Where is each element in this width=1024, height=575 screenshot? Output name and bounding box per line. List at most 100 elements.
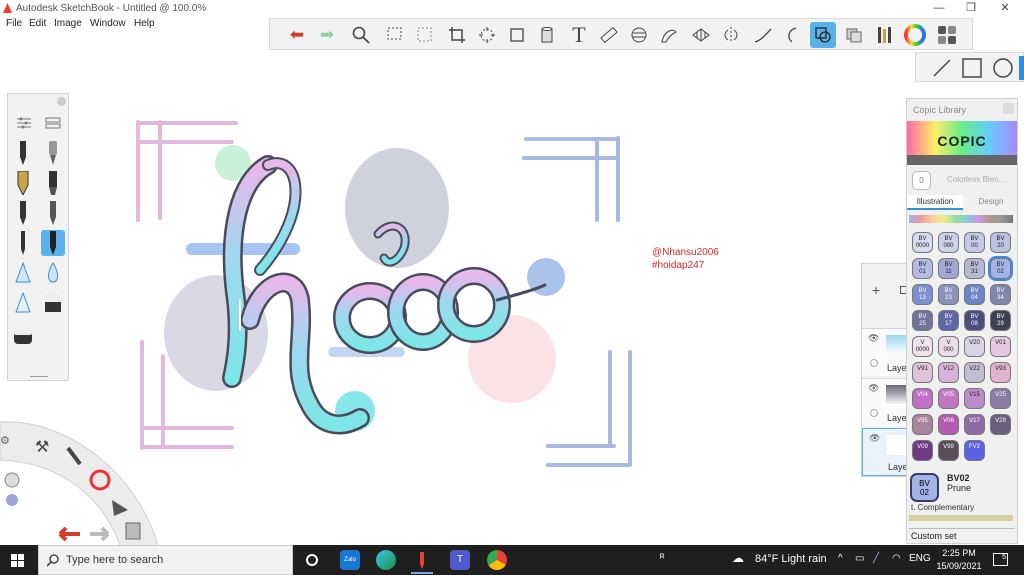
copic-swatch[interactable]: V95 [912,414,933,435]
copic-swatch[interactable]: V 000 [938,336,959,357]
copic-swatch[interactable]: V20 [964,336,985,357]
smudge-brush-icon[interactable] [11,290,35,316]
copic-swatch[interactable]: V01 [990,336,1011,357]
paint-brush-icon[interactable] [11,260,35,286]
zalo-app-icon[interactable]: Zalo [340,550,360,570]
copic-library-panel: Copic Library COPIC 0 Colorless Blen... … [906,98,1018,544]
ink-pen-brush-icon[interactable] [11,170,35,196]
lagoon-redo-icon[interactable] [90,526,110,542]
weather-text[interactable]: 84°F Light rain [755,553,827,565]
copic-swatch[interactable]: BV 02 [988,256,1013,281]
copic-swatch[interactable]: BV 29 [990,310,1011,331]
copic-swatch[interactable]: V91 [912,362,933,383]
lagoon-color-puck-icon[interactable] [6,494,18,506]
copic-swatch[interactable]: FV2 [964,440,985,461]
chrome-browser-icon[interactable] [487,550,507,570]
copic-swatch[interactable]: BV 01 [912,258,933,279]
copic-swatch[interactable]: V28 [990,414,1011,435]
lagoon-brush-size-icon[interactable] [4,472,20,488]
brush-library-icon[interactable] [44,114,62,132]
copic-swatch[interactable]: BV 13 [912,284,933,305]
layer-lock-icon[interactable] [870,409,878,417]
copic-swatch[interactable]: V25 [990,388,1011,409]
language-indicator[interactable]: ENG [909,553,931,564]
custom-set-label[interactable]: Custom set [909,528,1015,541]
layer-thumbnail [886,335,908,355]
teams-app-icon[interactable]: T [450,550,470,570]
lagoon-layer-icon[interactable] [125,522,141,540]
notification-center-icon[interactable]: 5 [993,553,1008,566]
clock-time[interactable]: 2:25 PM [937,548,981,558]
tab-design[interactable]: Design [965,195,1017,210]
add-layer-icon[interactable]: + [872,282,880,298]
wifi-icon[interactable]: ◠ [892,553,901,564]
eye-icon[interactable]: 👁 [868,333,879,344]
edge-browser-icon[interactable] [376,550,396,570]
selected-pen-brush-icon[interactable] [41,230,65,256]
brush-palette-close-icon[interactable] [57,97,66,106]
copic-close-icon[interactable] [1003,103,1014,114]
copic-banner-handle[interactable] [907,155,1017,165]
felt-pen-brush-icon[interactable] [41,200,65,226]
copic-swatch[interactable]: BV 23 [938,284,959,305]
copic-swatch[interactable]: V99 [938,440,959,461]
brush-palette [7,93,69,381]
lagoon-tools-icon[interactable]: ⚒ [35,437,49,456]
copic-swatch[interactable]: BV 08 [964,310,985,331]
watercolor-brush-icon[interactable] [41,260,65,286]
taskbar-search-box[interactable]: Type here to search [38,545,293,575]
clock-date[interactable]: 15/09/2021 [933,561,985,571]
chevron-up-icon[interactable]: ^ [838,553,843,564]
copic-swatch[interactable]: BV 31 [964,258,985,279]
people-icon[interactable]: ᴿ [660,553,665,564]
airbrush-icon[interactable] [41,140,65,166]
blur-brush-icon[interactable] [41,290,65,316]
copic-swatch[interactable]: BV 20 [990,232,1011,253]
copic-swatch[interactable]: V 0000 [912,336,933,357]
pencil-brush-icon[interactable] [11,140,35,166]
weather-icon[interactable]: ☁ [732,551,744,565]
eye-icon[interactable]: 👁 [868,383,879,394]
lagoon-menu[interactable]: ⚒ ⚙ [0,418,160,548]
lagoon-settings-icon[interactable]: ⚙ [0,435,10,447]
copic-swatch[interactable]: V06 [938,414,959,435]
copic-swatch[interactable]: BV 0000 [912,232,933,253]
copic-swatch[interactable]: V22 [964,362,985,383]
layer-row[interactable]: 👁 Laye [862,328,910,376]
copic-swatch[interactable]: BV 000 [938,232,959,253]
copic-swatch[interactable]: BV 25 [912,310,933,331]
sketchbook-taskbar-icon[interactable] [412,550,432,570]
layer-row-selected[interactable]: 👁 Laye [862,428,910,476]
brush-properties-icon[interactable] [15,114,33,132]
copic-swatch[interactable]: BV 11 [938,258,959,279]
copic-swatch[interactable]: BV 34 [990,284,1011,305]
copic-swatch[interactable]: V04 [912,388,933,409]
tab-illustration[interactable]: Illustration [907,195,963,210]
ballpoint-brush-icon[interactable] [11,230,35,256]
lagoon-undo-icon[interactable] [58,526,80,542]
copic-swatch[interactable]: V12 [938,362,959,383]
copic-swatch[interactable]: V09 [912,440,933,461]
copic-swatch[interactable]: V93 [990,362,1011,383]
pen-icon[interactable]: ╱ [873,553,879,564]
colorless-blender-swatch[interactable]: 0 [912,171,931,190]
copic-hue-strip[interactable] [909,215,1013,223]
technical-pen-brush-icon[interactable] [11,200,35,226]
complementary-strip[interactable] [909,515,1013,521]
eye-icon[interactable]: 👁 [869,433,880,444]
copic-swatch[interactable]: V17 [964,414,985,435]
layer-lock-icon[interactable] [870,359,878,367]
eraser-brush-icon[interactable] [11,324,35,350]
copic-swatch[interactable]: BV 17 [938,310,959,331]
marker-brush-icon[interactable] [41,170,65,196]
copic-swatch[interactable]: BV 00 [964,232,985,253]
cortana-icon[interactable] [306,554,318,566]
layer-row[interactable]: 👁 Laye [862,378,910,426]
battery-icon[interactable]: ▭ [855,553,864,564]
copic-swatch[interactable]: V15 [964,388,985,409]
watermark-text: @Nhansu2006 #hoidap247 [652,246,719,272]
copic-swatch[interactable]: BV 04 [964,284,985,305]
windows-start-icon[interactable] [11,554,24,567]
copic-swatch[interactable]: V05 [938,388,959,409]
watermark-line-1: @Nhansu2006 [652,247,719,258]
